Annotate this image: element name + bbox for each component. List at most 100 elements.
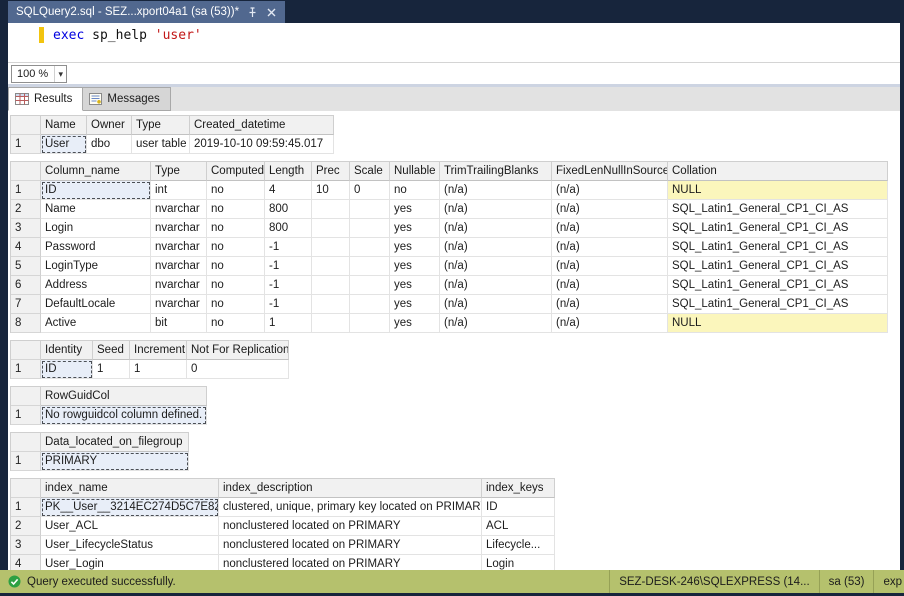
grid-cell[interactable]: User_Login bbox=[41, 555, 219, 570]
grid-cell[interactable]: 10 bbox=[312, 181, 350, 200]
grid-cell[interactable]: 1 bbox=[93, 360, 130, 379]
grid-row-number[interactable]: 3 bbox=[11, 536, 41, 555]
grid-cell[interactable]: 1 bbox=[130, 360, 187, 379]
grid-cell[interactable]: -1 bbox=[265, 238, 312, 257]
grid-cell[interactable]: (n/a) bbox=[552, 200, 668, 219]
grid-cell[interactable]: yes bbox=[390, 200, 440, 219]
grid-cell[interactable]: (n/a) bbox=[440, 181, 552, 200]
grid-header-cell[interactable]: index_description bbox=[219, 479, 482, 498]
grid-cell[interactable] bbox=[312, 314, 350, 333]
grid-header-cell[interactable]: Length bbox=[265, 162, 312, 181]
grid-cell[interactable]: 1 bbox=[265, 314, 312, 333]
grid-cell[interactable]: ID bbox=[482, 498, 555, 517]
grid-cell[interactable]: -1 bbox=[265, 295, 312, 314]
grid-cell[interactable]: NULL bbox=[668, 314, 888, 333]
grid-corner[interactable] bbox=[11, 433, 41, 452]
grid-row-number[interactable]: 2 bbox=[11, 200, 41, 219]
grid-cell[interactable]: clustered, unique, primary key located o… bbox=[219, 498, 482, 517]
grid-cell[interactable]: dbo bbox=[87, 135, 132, 154]
close-icon[interactable] bbox=[265, 6, 277, 18]
grid-cell[interactable]: SQL_Latin1_General_CP1_CI_AS bbox=[668, 257, 888, 276]
grid-header-cell[interactable]: index_keys bbox=[482, 479, 555, 498]
grid-header-cell[interactable]: Data_located_on_filegroup bbox=[41, 433, 189, 452]
grid-cell[interactable]: no bbox=[390, 181, 440, 200]
grid-cell[interactable]: No rowguidcol column defined. bbox=[41, 406, 207, 425]
grid-corner[interactable] bbox=[11, 387, 41, 406]
grid-cell[interactable]: (n/a) bbox=[440, 238, 552, 257]
grid-cell[interactable]: (n/a) bbox=[552, 219, 668, 238]
grid-row-number[interactable]: 6 bbox=[11, 276, 41, 295]
grid-cell[interactable]: PK__User__3214EC274D5C7E82 bbox=[41, 498, 219, 517]
grid-cell[interactable]: no bbox=[207, 314, 265, 333]
zoom-dropdown[interactable]: 100 % ▾ bbox=[11, 65, 67, 83]
grid-cell[interactable]: no bbox=[207, 200, 265, 219]
grid-cell[interactable]: yes bbox=[390, 295, 440, 314]
grid-header-cell[interactable]: Identity bbox=[41, 341, 93, 360]
grid-header-cell[interactable]: Owner bbox=[87, 116, 132, 135]
grid-header-cell[interactable]: index_name bbox=[41, 479, 219, 498]
grid-cell[interactable]: PRIMARY bbox=[41, 452, 189, 471]
grid-row-number[interactable]: 7 bbox=[11, 295, 41, 314]
grid-cell[interactable] bbox=[312, 219, 350, 238]
grid-header-cell[interactable]: Computed bbox=[207, 162, 265, 181]
grid-row-number[interactable]: 8 bbox=[11, 314, 41, 333]
grid-cell[interactable]: 2019-10-10 09:59:45.017 bbox=[190, 135, 334, 154]
grid-cell[interactable]: SQL_Latin1_General_CP1_CI_AS bbox=[668, 295, 888, 314]
grid-header-cell[interactable]: Not For Replication bbox=[187, 341, 289, 360]
grid-cell[interactable]: 4 bbox=[265, 181, 312, 200]
grid-header-cell[interactable]: Seed bbox=[93, 341, 130, 360]
grid-cell[interactable]: Password bbox=[41, 238, 151, 257]
grid-cell[interactable]: 800 bbox=[265, 200, 312, 219]
grid-row-number[interactable]: 1 bbox=[11, 406, 41, 425]
grid-cell[interactable]: -1 bbox=[265, 276, 312, 295]
grid-cell[interactable]: (n/a) bbox=[552, 257, 668, 276]
grid-cell[interactable] bbox=[312, 238, 350, 257]
grid-cell[interactable] bbox=[350, 276, 390, 295]
grid-cell[interactable]: nvarchar bbox=[151, 238, 207, 257]
grid-header-cell[interactable]: TrimTrailingBlanks bbox=[440, 162, 552, 181]
grid-cell[interactable]: nvarchar bbox=[151, 219, 207, 238]
grid-cell[interactable]: yes bbox=[390, 219, 440, 238]
grid-header-cell[interactable]: Type bbox=[132, 116, 190, 135]
grid-row-number[interactable]: 4 bbox=[11, 238, 41, 257]
grid-cell[interactable]: Name bbox=[41, 200, 151, 219]
query-editor[interactable]: exec sp_help 'user' bbox=[8, 23, 900, 62]
grid-cell[interactable]: no bbox=[207, 295, 265, 314]
grid-cell[interactable]: yes bbox=[390, 314, 440, 333]
grid-cell[interactable]: SQL_Latin1_General_CP1_CI_AS bbox=[668, 200, 888, 219]
grid-row-number[interactable]: 1 bbox=[11, 360, 41, 379]
grid-cell[interactable] bbox=[350, 295, 390, 314]
grid-header-cell[interactable]: FixedLenNullInSource bbox=[552, 162, 668, 181]
grid-cell[interactable]: User bbox=[41, 135, 87, 154]
grid-cell[interactable]: -1 bbox=[265, 257, 312, 276]
grid-row-number[interactable]: 1 bbox=[11, 135, 41, 154]
grid-cell[interactable]: 0 bbox=[187, 360, 289, 379]
grid-cell[interactable]: (n/a) bbox=[440, 200, 552, 219]
grid-cell[interactable]: nvarchar bbox=[151, 295, 207, 314]
grid-corner[interactable] bbox=[11, 341, 41, 360]
grid-cell[interactable]: (n/a) bbox=[440, 257, 552, 276]
grid-header-cell[interactable]: Type bbox=[151, 162, 207, 181]
grid-cell[interactable]: User_LifecycleStatus bbox=[41, 536, 219, 555]
grid-cell[interactable] bbox=[350, 257, 390, 276]
grid-cell[interactable]: LoginType bbox=[41, 257, 151, 276]
grid-header-cell[interactable]: Prec bbox=[312, 162, 350, 181]
grid-row-number[interactable]: 1 bbox=[11, 181, 41, 200]
grid-header-cell[interactable]: Nullable bbox=[390, 162, 440, 181]
grid-cell[interactable]: int bbox=[151, 181, 207, 200]
grid-cell[interactable]: 0 bbox=[350, 181, 390, 200]
grid-cell[interactable]: (n/a) bbox=[552, 238, 668, 257]
grid-header-cell[interactable]: RowGuidCol bbox=[41, 387, 207, 406]
grid-cell[interactable]: SQL_Latin1_General_CP1_CI_AS bbox=[668, 219, 888, 238]
grid-cell[interactable]: Lifecycle... bbox=[482, 536, 555, 555]
grid-cell[interactable]: ACL bbox=[482, 517, 555, 536]
grid-cell[interactable]: (n/a) bbox=[552, 295, 668, 314]
grid-corner[interactable] bbox=[11, 116, 41, 135]
grid-cell[interactable] bbox=[312, 200, 350, 219]
grid-cell[interactable]: User_ACL bbox=[41, 517, 219, 536]
document-tab[interactable]: SQLQuery2.sql - SEZ...xport04a1 (sa (53)… bbox=[8, 1, 285, 23]
grid-cell[interactable]: nvarchar bbox=[151, 257, 207, 276]
grid-cell[interactable]: ID bbox=[41, 181, 151, 200]
grid-header-cell[interactable]: Increment bbox=[130, 341, 187, 360]
grid-cell[interactable]: (n/a) bbox=[440, 276, 552, 295]
